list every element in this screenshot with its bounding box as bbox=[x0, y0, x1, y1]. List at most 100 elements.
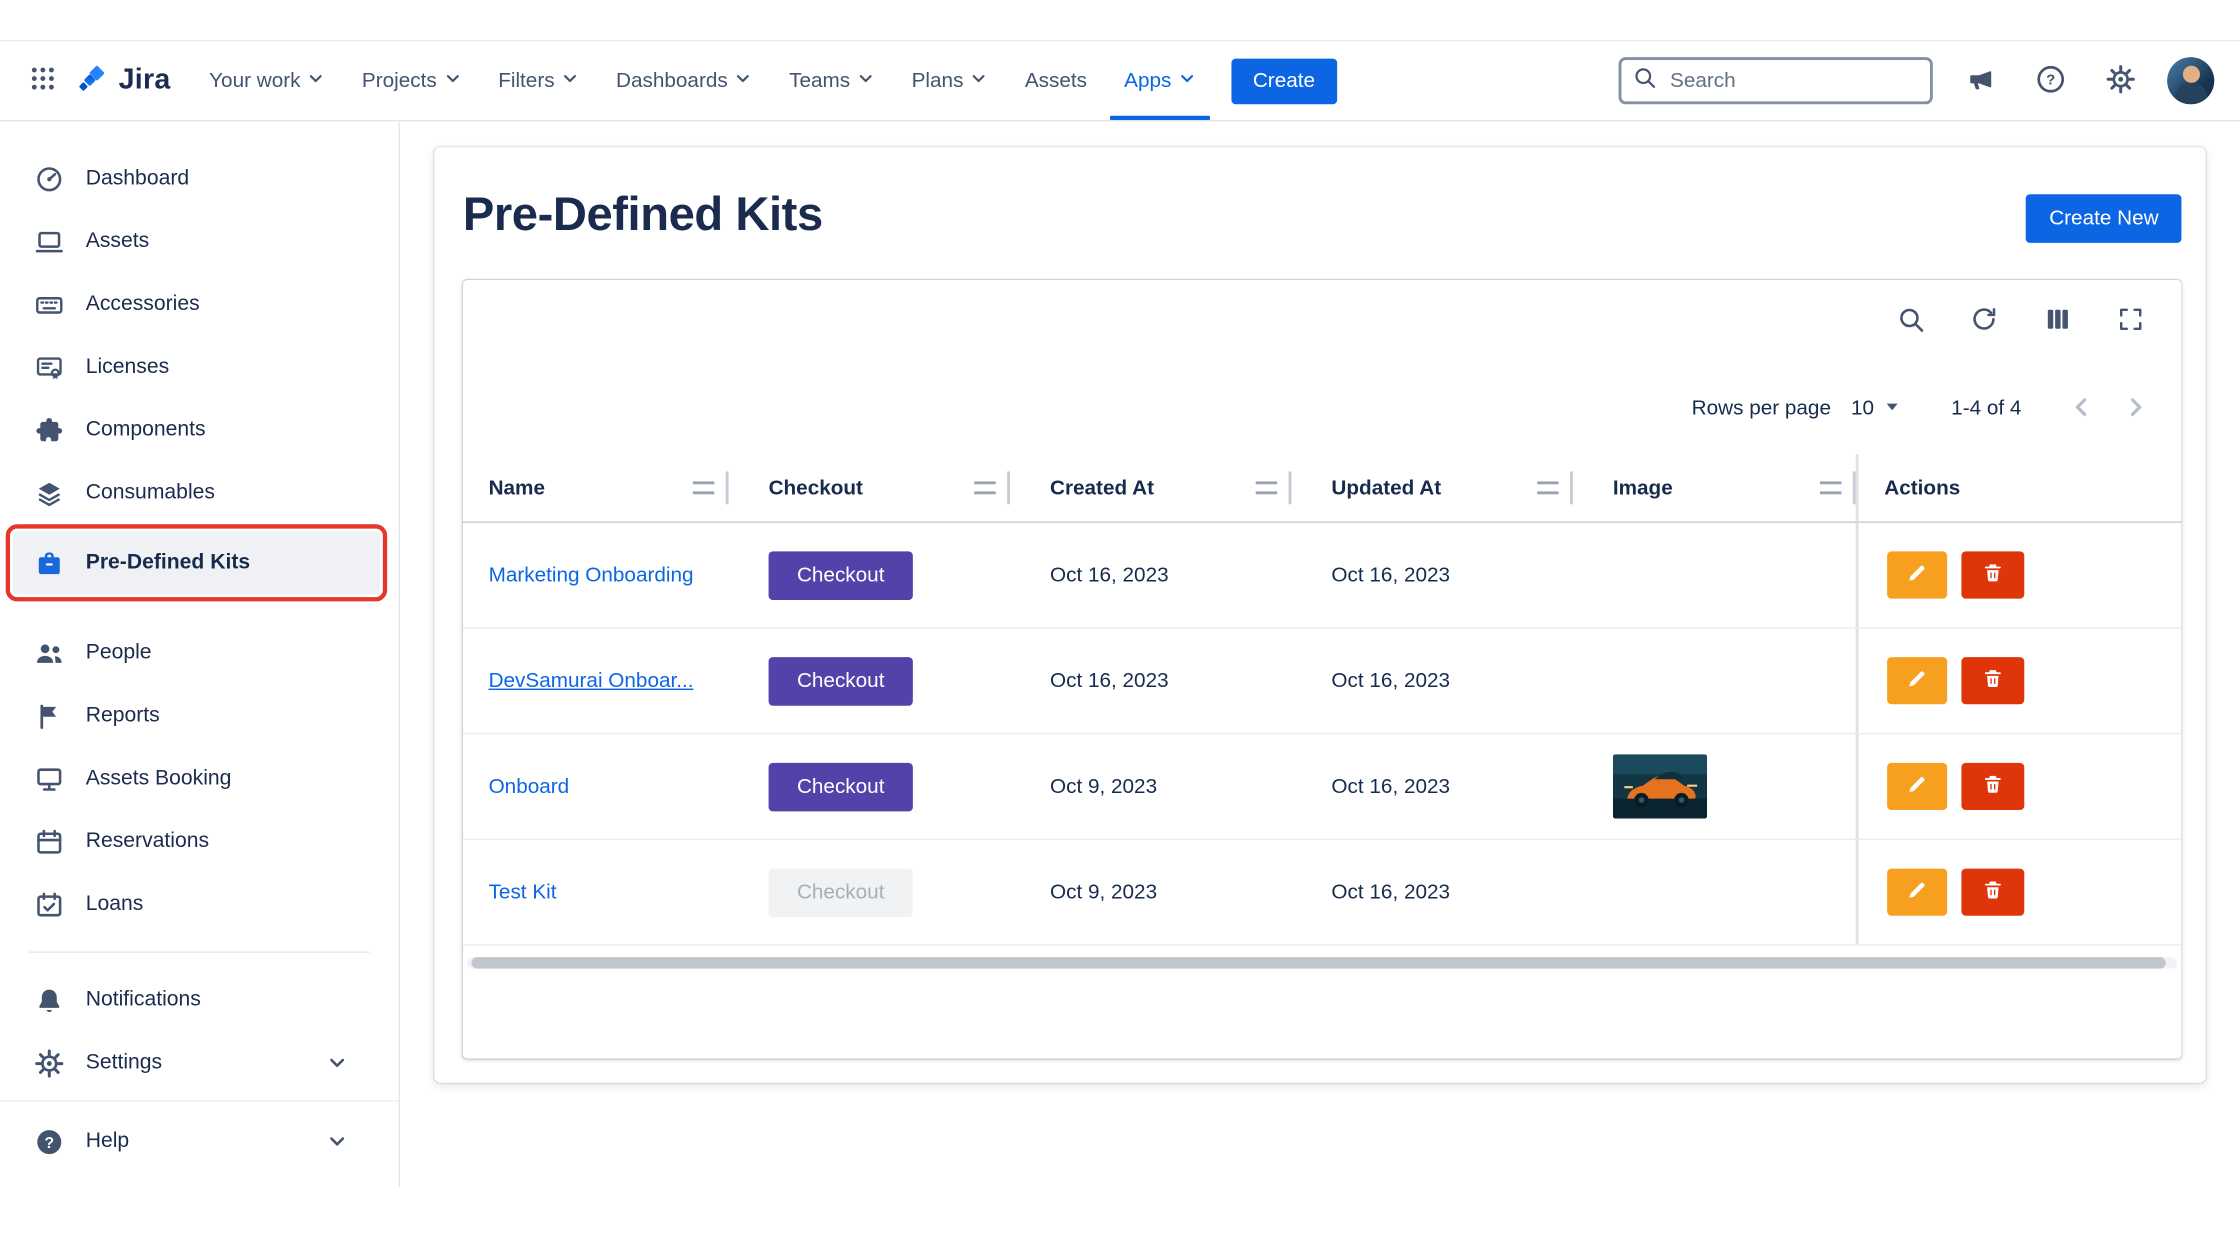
kit-name-link[interactable]: Onboard bbox=[489, 775, 570, 798]
table-refresh-button[interactable] bbox=[1967, 304, 2001, 338]
created-at-value: Oct 16, 2023 bbox=[1050, 564, 1169, 587]
delete-button[interactable] bbox=[1961, 551, 2024, 598]
nav-item-your-work[interactable]: Your work bbox=[191, 41, 344, 120]
page-body: Dashboard Assets Accessories Licenses bbox=[0, 121, 2240, 1187]
column-header-checkout[interactable]: Checkout bbox=[729, 454, 1010, 521]
gear-icon bbox=[2105, 64, 2135, 98]
search-input[interactable] bbox=[1667, 68, 1918, 94]
checkout-button[interactable]: Checkout bbox=[769, 551, 913, 600]
nav-item-teams[interactable]: Teams bbox=[771, 41, 893, 120]
nav-item-dashboards[interactable]: Dashboards bbox=[597, 41, 770, 120]
sidebar-item-reports[interactable]: Reports bbox=[0, 684, 399, 747]
delete-button[interactable] bbox=[1961, 657, 2024, 704]
edit-button[interactable] bbox=[1887, 869, 1947, 916]
column-header-label: Updated At bbox=[1331, 476, 1441, 499]
next-page-button[interactable] bbox=[2116, 389, 2156, 429]
page-title: Pre-Defined Kits bbox=[463, 187, 823, 241]
table-search-button[interactable] bbox=[1894, 304, 1928, 338]
page-card: Pre-Defined Kits Create New bbox=[434, 147, 2205, 1083]
help-icon: ? bbox=[2035, 64, 2065, 98]
delete-button[interactable] bbox=[1961, 869, 2024, 916]
sidebar-item-label: Assets bbox=[86, 230, 149, 253]
table-fullscreen-button[interactable] bbox=[2113, 304, 2147, 338]
sidebar-item-people[interactable]: People bbox=[0, 621, 399, 684]
jira-logo[interactable]: Jira bbox=[74, 59, 170, 103]
checkout-button[interactable]: Checkout bbox=[769, 656, 913, 705]
nav-item-apps[interactable]: Apps bbox=[1106, 41, 1215, 120]
column-drag-handle-icon[interactable] bbox=[974, 481, 995, 494]
edit-button[interactable] bbox=[1887, 657, 1947, 704]
rows-per-page-select[interactable]: 10 bbox=[1851, 397, 1900, 420]
toolbox-icon bbox=[34, 548, 64, 578]
column-header-updated-at[interactable]: Updated At bbox=[1291, 454, 1572, 521]
table-pagination: Rows per page 10 1-4 of 4 bbox=[463, 363, 2182, 454]
trash-icon bbox=[1981, 773, 2004, 800]
sidebar-item-notifications[interactable]: Notifications bbox=[0, 969, 399, 1032]
sidebar-footer: ? Help bbox=[0, 1100, 399, 1173]
column-drag-handle-icon[interactable] bbox=[693, 481, 714, 494]
sidebar-item-assets-booking[interactable]: Assets Booking bbox=[0, 747, 399, 810]
delete-button[interactable] bbox=[1961, 763, 2024, 810]
help-button[interactable]: ? bbox=[2027, 58, 2073, 104]
created-at-value: Oct 16, 2023 bbox=[1050, 669, 1169, 692]
sidebar-item-consumables[interactable]: Consumables bbox=[0, 461, 399, 524]
previous-page-button[interactable] bbox=[2061, 389, 2101, 429]
sidebar-item-components[interactable]: Components bbox=[0, 399, 399, 462]
main-content: Pre-Defined Kits Create New bbox=[400, 121, 2240, 1187]
pencil-icon bbox=[1906, 773, 1929, 800]
kit-image-thumbnail bbox=[1613, 754, 1707, 818]
kit-name-link[interactable]: Marketing Onboarding bbox=[489, 564, 694, 587]
chevron-right-icon bbox=[2123, 394, 2149, 424]
sidebar-item-assets[interactable]: Assets bbox=[0, 210, 399, 273]
column-header-name[interactable]: Name bbox=[463, 454, 729, 521]
sidebar-item-label: Components bbox=[86, 419, 206, 442]
nav-item-projects[interactable]: Projects bbox=[343, 41, 479, 120]
app-sidebar: Dashboard Assets Accessories Licenses bbox=[0, 121, 400, 1187]
kit-name-link[interactable]: Test Kit bbox=[489, 881, 557, 904]
settings-button[interactable] bbox=[2097, 58, 2143, 104]
announcements-button[interactable] bbox=[1957, 58, 2003, 104]
grid-icon bbox=[29, 64, 58, 97]
sidebar-item-label: Reports bbox=[86, 704, 160, 727]
table-columns-button[interactable] bbox=[2040, 304, 2074, 338]
sidebar-item-help[interactable]: ? Help bbox=[0, 1110, 399, 1173]
column-header-label: Created At bbox=[1050, 476, 1154, 499]
column-drag-handle-icon[interactable] bbox=[1256, 481, 1277, 494]
sidebar-item-accessories[interactable]: Accessories bbox=[0, 273, 399, 336]
checkout-button[interactable]: Checkout bbox=[769, 762, 913, 811]
sidebar-item-label: Assets Booking bbox=[86, 767, 232, 790]
edit-button[interactable] bbox=[1887, 551, 1947, 598]
updated-at-value: Oct 16, 2023 bbox=[1331, 669, 1450, 692]
create-button[interactable]: Create bbox=[1231, 58, 1336, 104]
column-header-label: Checkout bbox=[769, 476, 863, 499]
table-row: Onboard Checkout Oct 9, 2023 Oct 16, 202… bbox=[463, 734, 2182, 840]
sidebar-item-label: Settings bbox=[86, 1051, 162, 1074]
column-header-image[interactable]: Image bbox=[1573, 454, 1856, 521]
chevron-down-icon bbox=[735, 69, 752, 92]
sidebar-item-dashboard[interactable]: Dashboard bbox=[0, 147, 399, 210]
column-header-created-at[interactable]: Created At bbox=[1010, 454, 1291, 521]
dropdown-arrow-icon bbox=[1884, 397, 1900, 420]
edit-button[interactable] bbox=[1887, 763, 1947, 810]
horizontal-scrollbar-track[interactable] bbox=[467, 957, 2177, 968]
user-avatar[interactable] bbox=[2167, 57, 2214, 104]
sidebar-item-pre-defined-kits[interactable]: Pre-Defined Kits bbox=[13, 531, 380, 594]
sidebar-item-reservations[interactable]: Reservations bbox=[0, 810, 399, 873]
nav-item-plans[interactable]: Plans bbox=[893, 41, 1006, 120]
sidebar-item-label: Help bbox=[86, 1130, 129, 1153]
sidebar-item-settings[interactable]: Settings bbox=[0, 1031, 399, 1094]
sidebar-item-licenses[interactable]: Licenses bbox=[0, 336, 399, 399]
nav-item-assets[interactable]: Assets bbox=[1006, 41, 1105, 120]
create-new-button[interactable]: Create New bbox=[2026, 194, 2181, 243]
horizontal-scrollbar-thumb[interactable] bbox=[471, 957, 2165, 968]
nav-item-filters[interactable]: Filters bbox=[480, 41, 598, 120]
chevron-down-icon bbox=[308, 69, 325, 92]
monitor-icon bbox=[34, 764, 64, 794]
column-drag-handle-icon[interactable] bbox=[1537, 481, 1558, 494]
kit-name-link[interactable]: DevSamurai Onboar... bbox=[489, 669, 694, 692]
table-header-row: Name Checkout Created At Updated At bbox=[463, 454, 2182, 523]
global-search[interactable] bbox=[1619, 57, 1933, 104]
app-switcher-button[interactable] bbox=[20, 58, 66, 104]
column-drag-handle-icon[interactable] bbox=[1820, 481, 1841, 494]
sidebar-item-loans[interactable]: Loans bbox=[0, 873, 399, 936]
